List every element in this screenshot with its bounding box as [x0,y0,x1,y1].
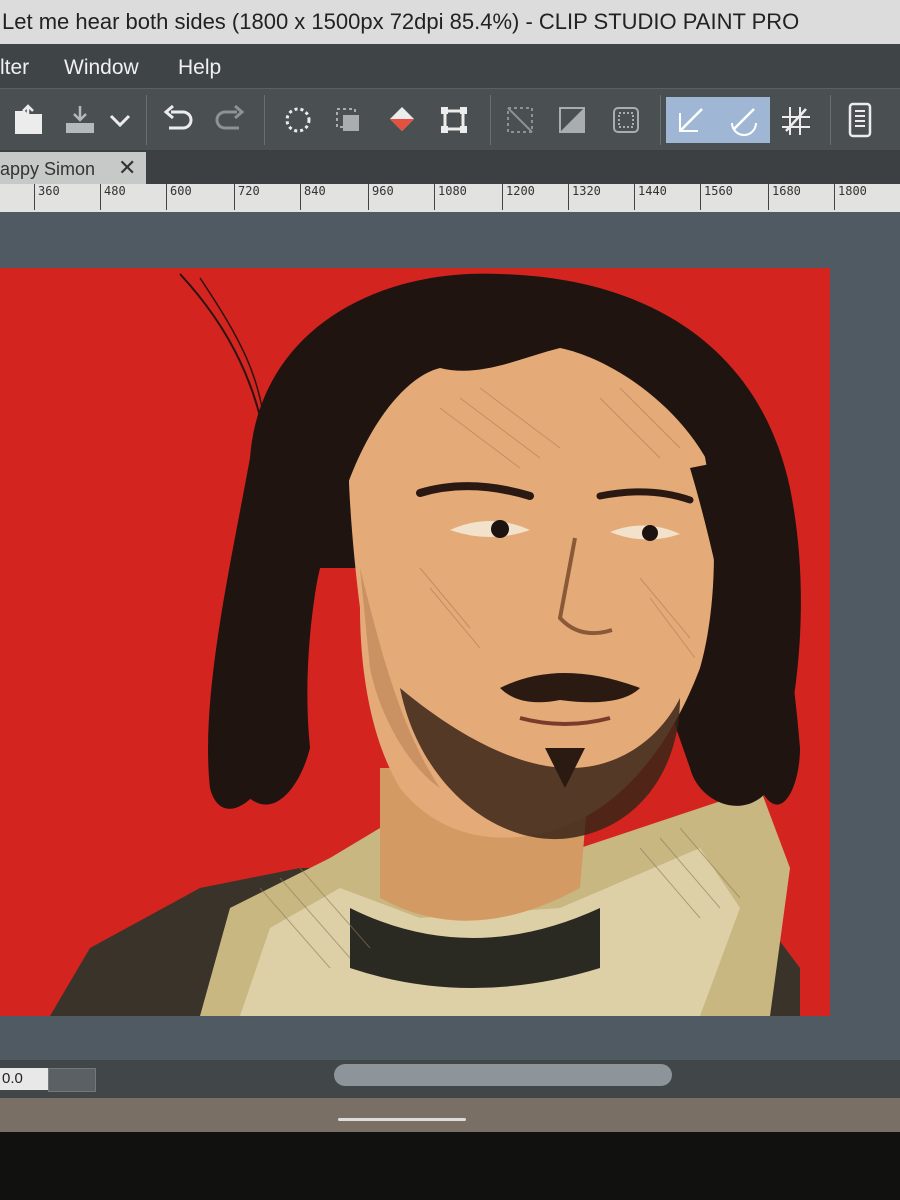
monitor-bezel [0,1098,900,1132]
toolbar-separator [660,95,661,145]
ruler-label: 960 [368,184,394,210]
zoom-input[interactable]: 0.0 [0,1068,48,1090]
ruler-label: 1800 [834,184,867,210]
ruler-label: 840 [300,184,326,210]
ruler-label: 1680 [768,184,801,210]
artwork-illustration [0,268,830,1016]
transform-icon[interactable] [432,97,476,143]
ruler-label: 480 [100,184,126,210]
ruler-label: 360 [34,184,60,210]
artwork-canvas[interactable] [0,268,830,1016]
status-bar: 0.0 [0,1060,900,1098]
menu-window[interactable]: Window [64,44,139,92]
horizontal-ruler: 360 480 600 720 840 960 1080 1200 1320 1… [0,184,900,213]
snap-special-ruler-icon[interactable] [718,97,770,143]
canvas-tab-row: appy Simon ✕ [0,150,900,184]
tablet-icon[interactable] [838,97,882,143]
ruler-label: 720 [234,184,260,210]
navigator-thumbnail[interactable] [48,1068,96,1092]
ruler-label: 1440 [634,184,667,210]
clear-selection-icon[interactable] [276,97,320,143]
screen: Let me hear both sides (1800 x 1500px 72… [0,0,900,1200]
redo-icon[interactable] [208,97,252,143]
select-icon[interactable] [604,97,648,143]
tab-canvas[interactable]: appy Simon ✕ [0,152,146,184]
invert-selection-icon[interactable] [550,97,594,143]
ruler-label: 1200 [502,184,535,210]
window-title-bar: Let me hear both sides (1800 x 1500px 72… [0,0,900,44]
toolbar-separator [146,95,147,145]
hide-selection-icon[interactable] [498,97,542,143]
fill-icon[interactable] [380,97,424,143]
save-icon[interactable] [58,97,102,143]
undo-icon[interactable] [156,97,200,143]
ruler-label: 1320 [568,184,601,210]
toolbar-separator [490,95,491,145]
bezel-highlight [338,1118,466,1121]
command-bar [0,88,900,151]
menu-bar: lter Window Help [0,44,900,88]
horizontal-scrollbar[interactable] [334,1064,672,1086]
ruler-label: 1560 [700,184,733,210]
menu-help[interactable]: Help [178,44,221,92]
open-file-icon[interactable] [8,97,52,143]
ruler-label: 1080 [434,184,467,210]
desk-surface [0,1132,900,1200]
close-icon[interactable]: ✕ [118,152,136,184]
dropdown-chevron-icon[interactable] [100,97,140,143]
window-title: Let me hear both sides (1800 x 1500px 72… [2,9,800,34]
canvas-workarea[interactable] [0,212,900,1060]
snap-grid-icon[interactable] [774,97,818,143]
toolbar-separator [830,95,831,145]
menu-filter[interactable]: lter [0,44,29,92]
tab-label: appy Simon [0,159,96,179]
snap-ruler-icon[interactable] [666,97,718,143]
toolbar-separator [264,95,265,145]
ruler-label: 600 [166,184,192,210]
crop-selection-icon[interactable] [326,97,370,143]
